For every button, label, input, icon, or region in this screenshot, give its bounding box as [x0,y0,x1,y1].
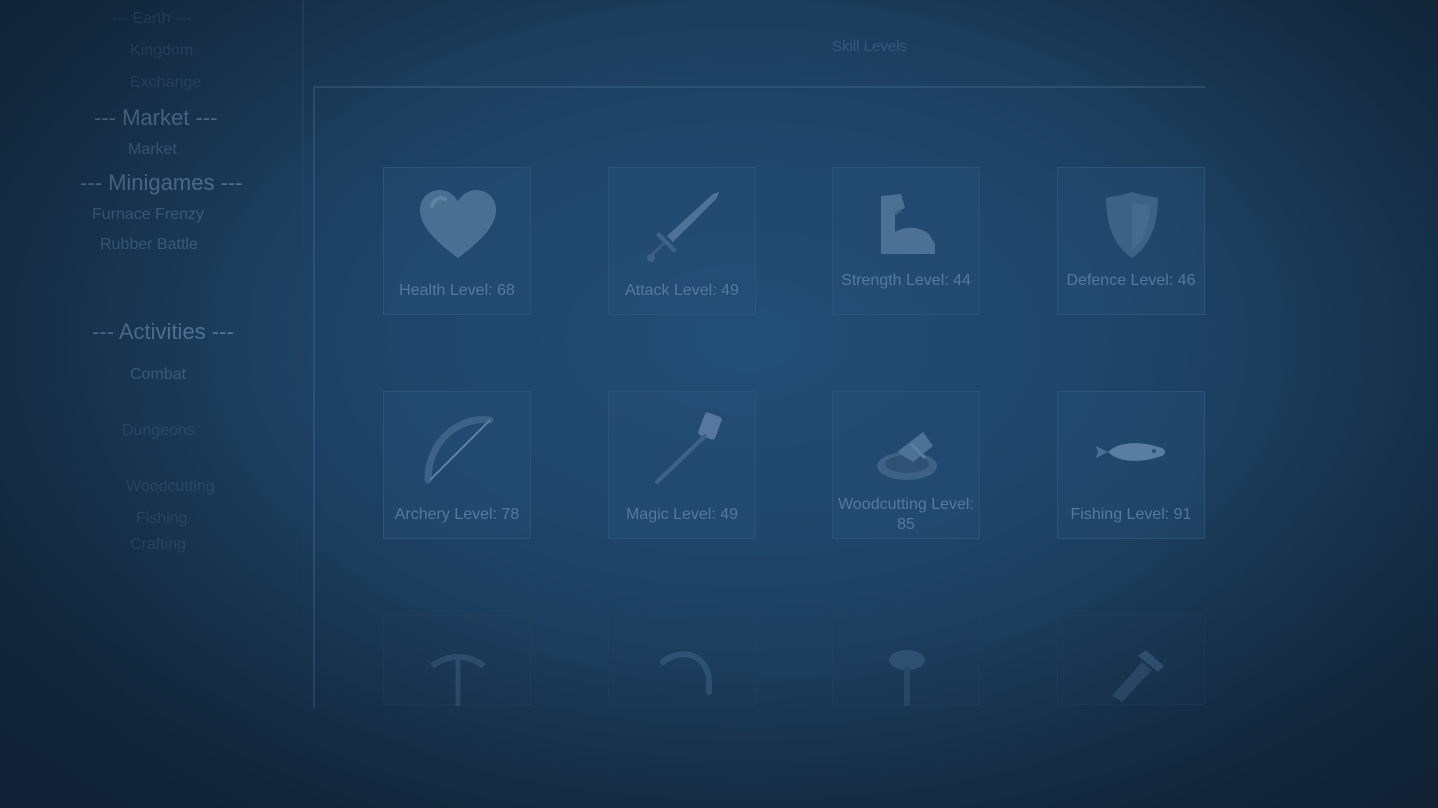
sidebar-item-kingdom[interactable]: Kingdom [130,42,193,60]
sidebar-header-minigames: --- Minigames --- [80,170,243,195]
sidebar-divider [302,0,304,630]
sidebar-item-earth[interactable]: --- Earth --- [112,10,191,28]
skill-card-strength[interactable]: Strength Level: 44 [832,167,980,315]
page-title: Skill Levels [832,38,908,55]
sidebar-header-activities: --- Activities --- [92,319,234,344]
skill-card-faded-4[interactable] [1057,615,1205,705]
pickaxe-icon [430,654,486,706]
skill-card-defence[interactable]: Defence Level: 46 [1057,167,1205,315]
skill-card-archery[interactable]: Archery Level: 78 [383,391,531,539]
skill-card-faded-1[interactable] [383,615,531,706]
hook-icon [660,651,712,695]
skill-card-woodcutting[interactable]: Woodcutting Level: 85 [832,391,980,539]
sidebar-item-furnace-frenzy[interactable]: Furnace Frenzy [92,206,204,224]
sidebar-item-market[interactable]: Market [128,141,177,159]
skill-label-defence: Defence Level: 46 [1066,272,1196,289]
sidebar-item-exchange[interactable]: Exchange [130,74,201,92]
game-screen: --- Earth --- Kingdom Exchange --- Marke… [0,0,1438,808]
sidebar-item-dungeons[interactable]: Dungeons [122,422,195,440]
skill-label-strength: Strength Level: 44 [841,272,971,289]
mushroom-icon [889,650,925,706]
skill-card-faded-2[interactable] [608,615,756,705]
skill-card-fishing[interactable]: Fishing Level: 91 [1057,391,1205,539]
heart-icon [420,190,496,258]
flexed-arm-icon [881,194,935,254]
sidebar-nav: --- Earth --- Kingdom Exchange --- Marke… [0,0,305,808]
sidebar-item-combat[interactable]: Combat [130,366,186,384]
skill-card-health[interactable]: Health Level: 68 [383,167,531,315]
skill-label-magic: Magic Level: 49 [625,506,739,523]
fish-icon [1096,443,1165,461]
magic-wand-icon [655,412,722,484]
hammer-icon [1112,650,1164,702]
sidebar-header-market: --- Market --- [94,105,218,130]
sidebar-item-crafting[interactable]: Crafting [130,536,186,554]
shield-icon [1106,192,1158,258]
skill-card-faded-3[interactable] [832,615,980,706]
skill-label-attack: Attack Level: 49 [625,282,739,299]
axe-icon [877,432,937,480]
skill-label-fishing: Fishing Level: 91 [1070,506,1192,523]
sword-icon [647,192,719,262]
sidebar-item-fishing[interactable]: Fishing [136,510,188,528]
skill-card-attack[interactable]: Attack Level: 49 [608,167,756,315]
skill-card-magic[interactable]: Magic Level: 49 [608,391,756,539]
bow-icon [424,416,494,484]
skill-label-woodcutting: Woodcutting Level: 85 [838,496,974,533]
skill-label-archery: Archery Level: 78 [394,506,520,523]
sidebar-item-rubber-battle[interactable]: Rubber Battle [100,236,198,254]
skill-label-health: Health Level: 68 [399,282,515,299]
sidebar-item-woodcutting[interactable]: Woodcutting [126,478,215,496]
